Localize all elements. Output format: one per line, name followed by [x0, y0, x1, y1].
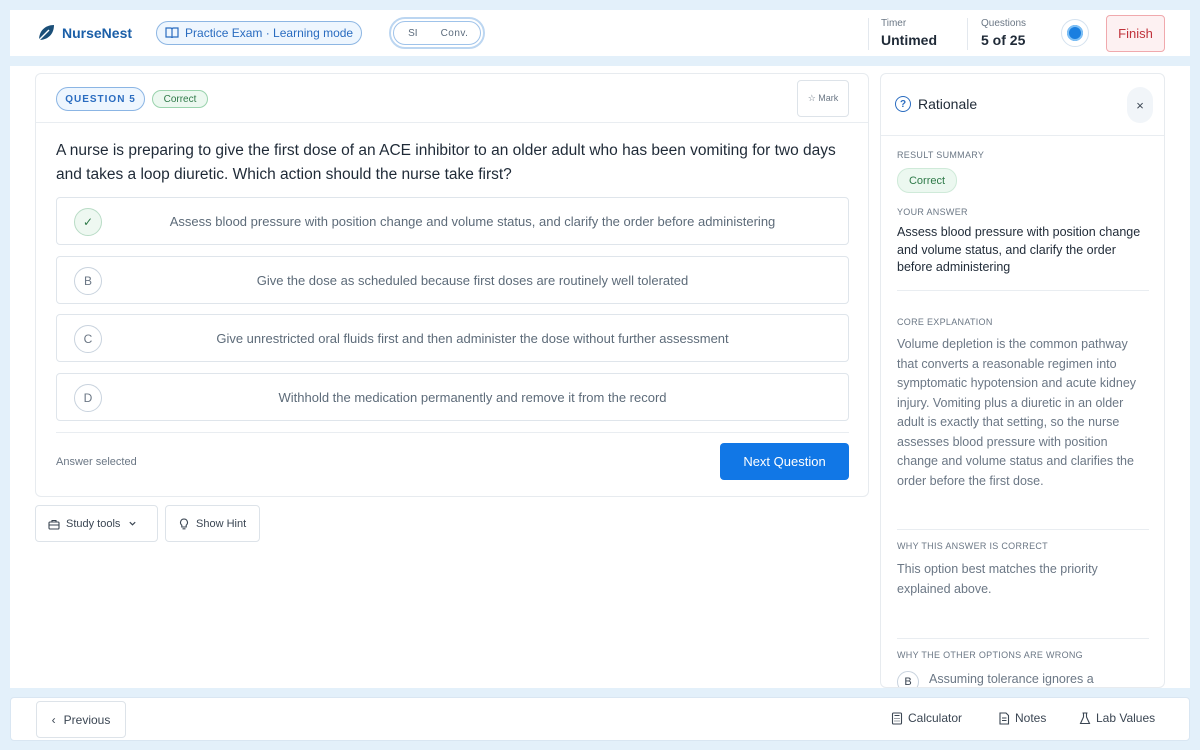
top-header: NurseNest Practice Exam · Learning mode …	[10, 10, 1190, 56]
mark-button[interactable]: ☆ Mark	[797, 80, 849, 117]
question-number-badge: QUESTION 5	[56, 87, 145, 111]
result-summary-label: RESULT SUMMARY	[897, 150, 985, 160]
question-card-header: QUESTION 5 Correct ☆ Mark	[36, 74, 868, 123]
answer-option-d[interactable]: D Withhold the medication permanently an…	[56, 373, 849, 421]
unit-toggle[interactable]: SI Conv.	[389, 17, 486, 49]
study-tools-button[interactable]: Study tools	[35, 505, 158, 542]
divider	[56, 432, 849, 433]
lab-values-label: Lab Values	[1096, 711, 1156, 725]
finish-button[interactable]: Finish	[1106, 15, 1165, 52]
core-explanation-text: Volume depletion is the common pathway t…	[897, 337, 1137, 488]
status-badge: Correct	[152, 90, 208, 108]
chevron-left-icon: ‹	[51, 712, 56, 727]
divider	[897, 290, 1149, 291]
answer-option-text: Give unrestricted oral fluids first and …	[216, 330, 729, 346]
answer-option-text: Assess blood pressure with position chan…	[169, 213, 776, 229]
unit-option-conv[interactable]: Conv.	[441, 28, 469, 39]
calculator-button[interactable]: Calculator	[891, 711, 962, 725]
header-divider	[868, 18, 869, 50]
option-letter: B	[897, 671, 919, 687]
progress-ring-icon[interactable]	[1061, 19, 1089, 47]
previous-label: Previous	[63, 712, 111, 727]
flask-icon	[1079, 711, 1091, 724]
timer-label: Timer	[881, 18, 907, 29]
questions-value: 5 of 25	[981, 32, 1026, 48]
answer-status: Answer selected	[56, 456, 137, 468]
rationale-panel: ? Rationale × RESULT SUMMARY Correct YOU…	[880, 73, 1165, 688]
questions-label: Questions	[981, 18, 1027, 29]
answer-option-c[interactable]: C Give unrestricted oral fluids first an…	[56, 314, 849, 362]
result-badge: Correct	[897, 168, 957, 193]
notes-button[interactable]: Notes	[998, 711, 1046, 725]
your-answer-text: Assess blood pressure with position chan…	[897, 225, 1141, 274]
divider	[897, 638, 1149, 639]
main-content: QUESTION 5 Correct ☆ Mark A nurse is pre…	[10, 66, 1190, 688]
help-circle-icon: ?	[895, 96, 911, 112]
option-letter: C	[74, 325, 102, 353]
app-name: NurseNest	[62, 25, 133, 41]
why-correct-label: WHY THIS ANSWER IS CORRECT	[897, 541, 1048, 551]
answer-option-b[interactable]: B Give the dose as scheduled because fir…	[56, 256, 849, 304]
next-question-button[interactable]: Next Question	[720, 443, 849, 480]
timer-stat: Timer Untimed	[881, 18, 937, 48]
bottom-toolbar: ‹ Previous Calculator Notes Lab Values	[10, 697, 1190, 741]
unit-option-si[interactable]: SI	[408, 28, 417, 39]
answer-option-a[interactable]: ✓ Assess blood pressure with position ch…	[56, 197, 849, 245]
calculator-label: Calculator	[908, 711, 963, 725]
questions-stat: Questions 5 of 25	[981, 18, 1026, 48]
lab-values-button[interactable]: Lab Values	[1079, 711, 1155, 725]
answer-option-text: Withhold the medication permanently and …	[278, 389, 667, 405]
mode-badge-label: Practice Exam · Learning mode	[185, 26, 354, 40]
divider	[897, 529, 1149, 530]
notes-label: Notes	[1015, 711, 1047, 725]
close-icon[interactable]: ×	[1127, 87, 1153, 123]
why-wrong-label: WHY THE OTHER OPTIONS ARE WRONG	[897, 650, 1083, 660]
core-explanation-label: CORE EXPLANATION	[897, 317, 993, 327]
why-correct-text: This option best matches the priority ex…	[897, 562, 1098, 596]
show-hint-button[interactable]: Show Hint	[165, 505, 260, 542]
option-letter: B	[74, 267, 102, 295]
leaf-logo-icon	[38, 25, 54, 41]
rationale-title: Rationale	[918, 96, 978, 112]
progress-ring-fill	[1067, 25, 1083, 41]
app-logo[interactable]: NurseNest	[36, 23, 132, 43]
timer-value: Untimed	[881, 32, 937, 48]
option-letter: D	[74, 384, 102, 412]
toolbox-icon	[48, 519, 60, 530]
chevron-down-icon	[129, 521, 137, 526]
lightbulb-icon	[179, 517, 189, 529]
notes-icon	[999, 711, 1010, 725]
calculator-icon	[891, 711, 903, 725]
your-answer-label: YOUR ANSWER	[897, 207, 968, 217]
answer-option-text: Give the dose as scheduled because first…	[256, 272, 689, 288]
check-icon: ✓	[74, 208, 102, 236]
header-divider	[967, 18, 968, 50]
show-hint-label: Show Hint	[196, 517, 247, 530]
rationale-header: ? Rationale ×	[881, 74, 1164, 136]
previous-button[interactable]: ‹ Previous	[36, 701, 126, 738]
study-tools-label: Study tools	[66, 517, 121, 530]
why-wrong-text: Assuming tolerance ignores a	[929, 672, 1094, 686]
unit-toggle-track: SI Conv.	[393, 21, 482, 45]
book-icon	[165, 27, 179, 39]
question-stem: A nurse is preparing to give the first d…	[56, 142, 836, 183]
mode-badge: Practice Exam · Learning mode	[156, 21, 363, 45]
question-card: QUESTION 5 Correct ☆ Mark A nurse is pre…	[35, 73, 869, 497]
